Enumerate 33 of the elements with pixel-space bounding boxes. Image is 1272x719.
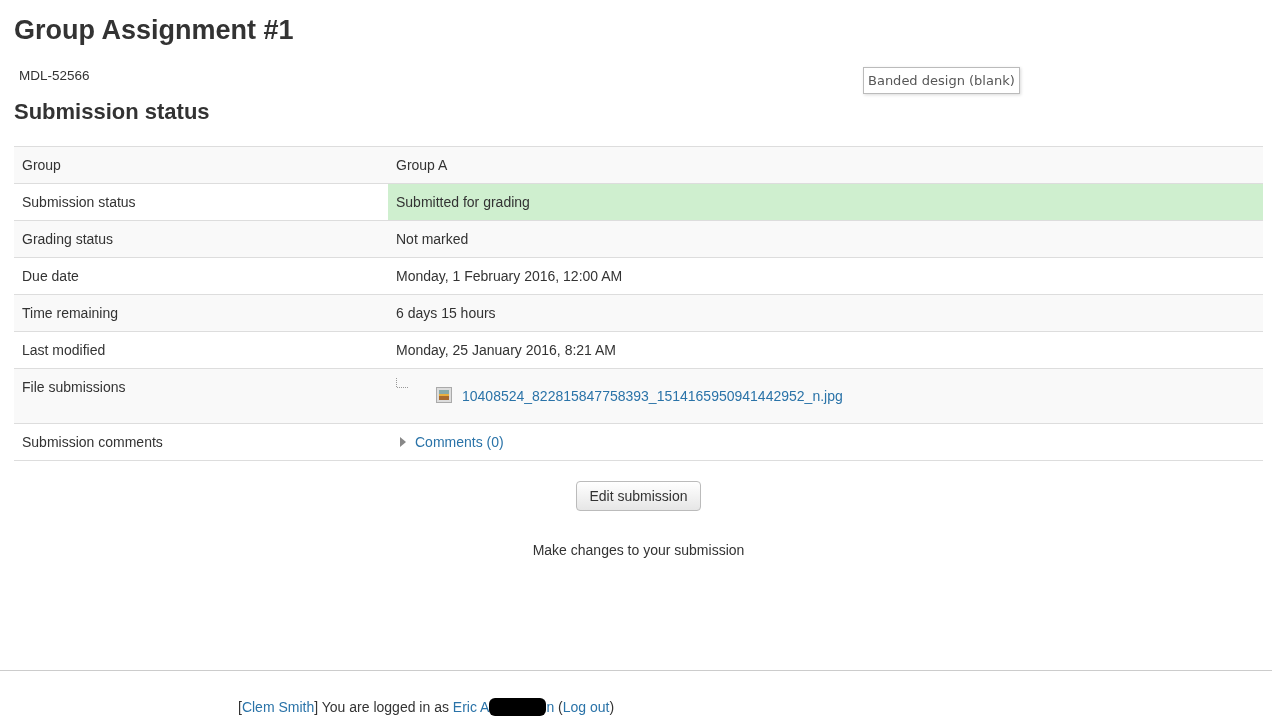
- intro-text: MDL-52566: [19, 67, 90, 85]
- table-cell-text: 6 days 15 hours: [395, 304, 497, 323]
- table-cell-text: Group: [21, 156, 62, 175]
- table-cell-text: Submission comments: [21, 433, 164, 452]
- redaction-mark: [489, 698, 547, 716]
- table-cell-text: Last modified: [21, 341, 107, 360]
- page-title: Group Assignment #1: [14, 14, 295, 47]
- logout-link[interactable]: Log out: [562, 699, 610, 715]
- user-link[interactable]: n: [546, 699, 555, 715]
- caret-icon[interactable]: [399, 437, 407, 447]
- table-cell-text: Submission status: [21, 193, 137, 212]
- table-cell-text: Group A: [395, 156, 449, 175]
- table-cell-text: Monday, 25 January 2016, 8:21 AM: [395, 341, 617, 360]
- bracket-text: [: [238, 699, 242, 715]
- file-link[interactable]: 10408524_822815847758393_1514165950941442952_n.jpg: [462, 388, 843, 404]
- bracket-text: (: [558, 699, 563, 715]
- table-cell-text: Grading status: [21, 230, 115, 249]
- comments-link[interactable]: Comments (0): [415, 434, 504, 450]
- table-cell-text: Due date: [21, 267, 80, 286]
- status-cell: Submitted for grading: [388, 184, 1263, 220]
- tooltip: Banded design (blank): [863, 67, 1020, 94]
- table-cell-text: Time remaining: [21, 304, 119, 323]
- button-hint: Make changes to your submission: [532, 542, 745, 558]
- login-text: ] You are logged in as: [314, 699, 449, 715]
- tree-line-icon: [396, 378, 408, 388]
- table-cell-text: Monday, 1 February 2016, 12:00 AM: [395, 267, 624, 286]
- edit-submission-button[interactable]: Edit submission: [576, 481, 701, 511]
- section-heading: Submission status: [14, 98, 211, 126]
- user-link[interactable]: Eric A: [452, 699, 490, 715]
- table-cell-text: Not marked: [395, 230, 470, 249]
- table-cell-text: File submissions: [21, 378, 127, 397]
- bracket-text: ): [609, 699, 615, 715]
- image-file-icon: [436, 387, 452, 403]
